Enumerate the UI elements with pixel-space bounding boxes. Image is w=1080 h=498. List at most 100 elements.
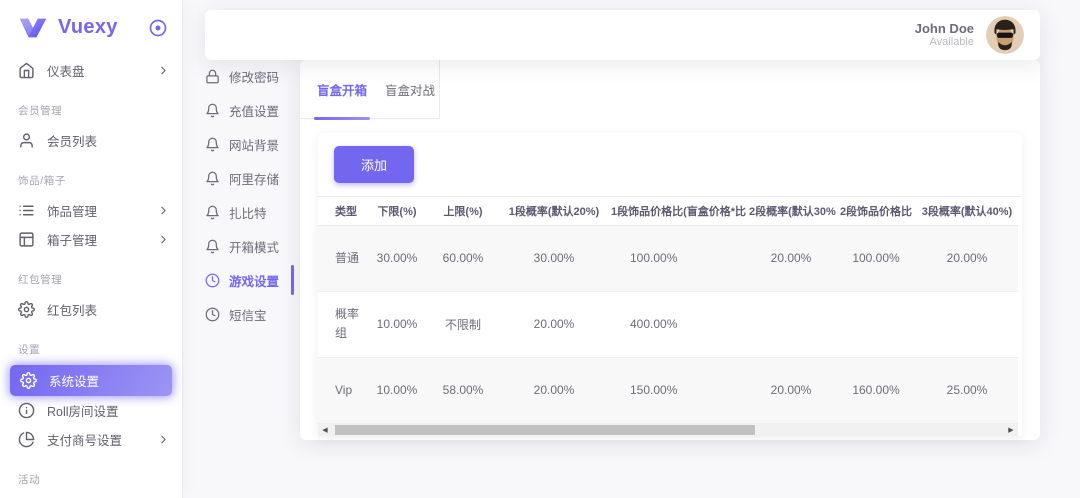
chevron-right-icon: [157, 233, 170, 246]
sidebar-item-roll-room-settings[interactable]: Roll房间设置: [0, 396, 182, 425]
sidebar-item-label: 箱子管理: [47, 230, 157, 249]
sidebar-section-label: 红包管理: [0, 272, 182, 289]
settings-menu-item-label: 开箱模式: [229, 237, 279, 256]
sidebar-section-label: 活动: [0, 472, 182, 489]
brand-title: Vuexy: [58, 16, 148, 39]
table-cell: 不限制: [426, 291, 500, 357]
scroll-right-arrow-icon[interactable]: ▶: [1004, 424, 1018, 436]
table-cell: 20.00%: [500, 357, 608, 423]
user-icon: [18, 132, 35, 149]
rates-table: 类型下限(%)上限(%)1段概率(默认20%)1段饰品价格比(盲盒价格*比例)2…: [318, 197, 1018, 424]
pie-chart-icon: [18, 431, 35, 448]
gear-icon: [20, 372, 37, 389]
sidebar-item-label: 饰品管理: [47, 201, 157, 220]
sidebar-item-label: 会员列表: [47, 131, 170, 150]
toolbar: 添加: [318, 133, 1022, 197]
table-cell: 20.00%: [500, 291, 608, 357]
header-card: John Doe Available: [205, 10, 1040, 60]
table-cell: 20.00%: [746, 357, 836, 423]
settings-menu-item-label: 修改密码: [229, 67, 279, 86]
table-cell: 20.00%: [746, 225, 836, 291]
settings-menu-item-label: 扎比特: [229, 203, 267, 222]
sidebar-item-payment-merchant-settings[interactable]: 支付商号设置: [0, 425, 182, 454]
sidebar-item-accessory-mgmt[interactable]: 饰品管理: [0, 196, 182, 225]
settings-menu-item-ali-storage[interactable]: 阿里存储: [205, 166, 291, 190]
tab-blindbox-battle[interactable]: 盲盒对战: [382, 60, 438, 118]
settings-menu-item-label: 充值设置: [229, 101, 279, 120]
settings-menu-item-recharge-settings[interactable]: 充值设置: [205, 98, 291, 122]
settings-menu: 修改密码充值设置网站背景阿里存储扎比特开箱模式游戏设置短信宝: [205, 64, 291, 336]
user-menu[interactable]: John Doe Available: [915, 16, 1024, 54]
table-card: 添加 类型下限(%)上限(%)1段概率(默认20%)1段饰品价格比(盲盒价格*比…: [318, 133, 1022, 436]
tab-bar: 盲盒开箱盲盒对战: [300, 60, 440, 119]
table-cell: 150.00%: [608, 357, 746, 423]
user-status: Available: [915, 36, 974, 49]
table-header-cell: 2段概率(默认30%): [746, 197, 836, 225]
bell-icon: [205, 103, 220, 118]
settings-menu-item-unbox-mode[interactable]: 开箱模式: [205, 234, 291, 258]
chevron-right-icon: [157, 433, 170, 446]
table-cell: 30.00%: [368, 225, 426, 291]
sidebar-item-dashboard[interactable]: 仪表盘: [0, 56, 182, 85]
table-header-cell: 1段饰品价格比(盲盒价格*比例): [608, 197, 746, 225]
user-name: John Doe: [915, 21, 974, 36]
clock-icon: [205, 307, 220, 322]
table-header-cell: 类型: [318, 197, 368, 225]
layout-icon: [18, 231, 35, 248]
settings-menu-item-smsbao[interactable]: 短信宝: [205, 302, 291, 326]
chevron-right-icon: [157, 64, 170, 77]
settings-menu-item-label: 阿里存储: [229, 169, 279, 188]
table-cell: Vip: [318, 357, 368, 423]
table-header-cell: 3段概率(默认40%): [916, 197, 1018, 225]
add-button[interactable]: 添加: [334, 146, 414, 183]
table-cell: 25.00%: [916, 357, 1018, 423]
table-cell: 10.00%: [368, 291, 426, 357]
table-cell: 400.00%: [608, 291, 746, 357]
table-cell: 概率组: [318, 291, 368, 357]
gear-icon: [18, 301, 35, 318]
settings-menu-item-site-background[interactable]: 网站背景: [205, 132, 291, 156]
tab-blindbox-open[interactable]: 盲盒开箱: [314, 60, 370, 118]
scroll-left-arrow-icon[interactable]: ◀: [318, 424, 332, 436]
table-row: 概率组10.00%不限制20.00%400.00%: [318, 291, 1018, 357]
sidebar-item-box-mgmt[interactable]: 箱子管理: [0, 225, 182, 254]
horizontal-scrollbar[interactable]: ◀ ▶: [318, 424, 1018, 436]
sidebar-item-redpacket-list[interactable]: 红包列表: [0, 295, 182, 324]
scrollbar-thumb[interactable]: [335, 425, 755, 435]
logo-row: Vuexy: [0, 0, 182, 55]
table-cell: 160.00%: [836, 357, 916, 423]
menu-collapse-toggle-icon[interactable]: [148, 18, 168, 38]
table-header-cell: 上限(%): [426, 197, 500, 225]
lock-icon: [205, 69, 220, 84]
user-text: John Doe Available: [915, 21, 974, 49]
list-icon: [18, 202, 35, 219]
table-cell: 30.00%: [500, 225, 608, 291]
table-header-cell: 2段饰品价格比: [836, 197, 916, 225]
settings-menu-item-game-settings[interactable]: 游戏设置: [205, 268, 291, 292]
table-header-cell: 下限(%): [368, 197, 426, 225]
sidebar-section-label: 饰品/箱子: [0, 173, 182, 190]
table-cell: 100.00%: [608, 225, 746, 291]
sidebar-item-member-list[interactable]: 会员列表: [0, 126, 182, 155]
page: Vuexy 仪表盘会员管理会员列表饰品/箱子饰品管理箱子管理红包管理红包列表设置…: [0, 0, 1080, 498]
vuexy-logo-icon: [18, 17, 48, 39]
table-cell: [916, 291, 1018, 357]
sidebar-item-system-settings[interactable]: 系统设置: [10, 365, 172, 396]
sidebar-section-label: 设置: [0, 342, 182, 359]
bell-icon: [205, 137, 220, 152]
table-row: Vip10.00%58.00%20.00%150.00%20.00%160.00…: [318, 357, 1018, 423]
content-card: 盲盒开箱盲盒对战 添加 类型下限(%)上限(%)1段概率(默认20%)1段饰品价…: [300, 60, 1040, 440]
chevron-right-icon: [157, 204, 170, 217]
sidebar-item-label: 红包列表: [47, 300, 170, 319]
table-cell: 20.00%: [916, 225, 1018, 291]
info-icon: [18, 402, 35, 419]
home-icon: [18, 62, 35, 79]
table-cell: [746, 291, 836, 357]
settings-menu-item-change-password[interactable]: 修改密码: [205, 64, 291, 88]
avatar[interactable]: [986, 16, 1024, 54]
settings-menu-item-zhabite[interactable]: 扎比特: [205, 200, 291, 224]
sidebar-item-label: Roll房间设置: [47, 401, 170, 420]
bell-icon: [205, 171, 220, 186]
bell-icon: [205, 239, 220, 254]
table-cell: 100.00%: [836, 225, 916, 291]
